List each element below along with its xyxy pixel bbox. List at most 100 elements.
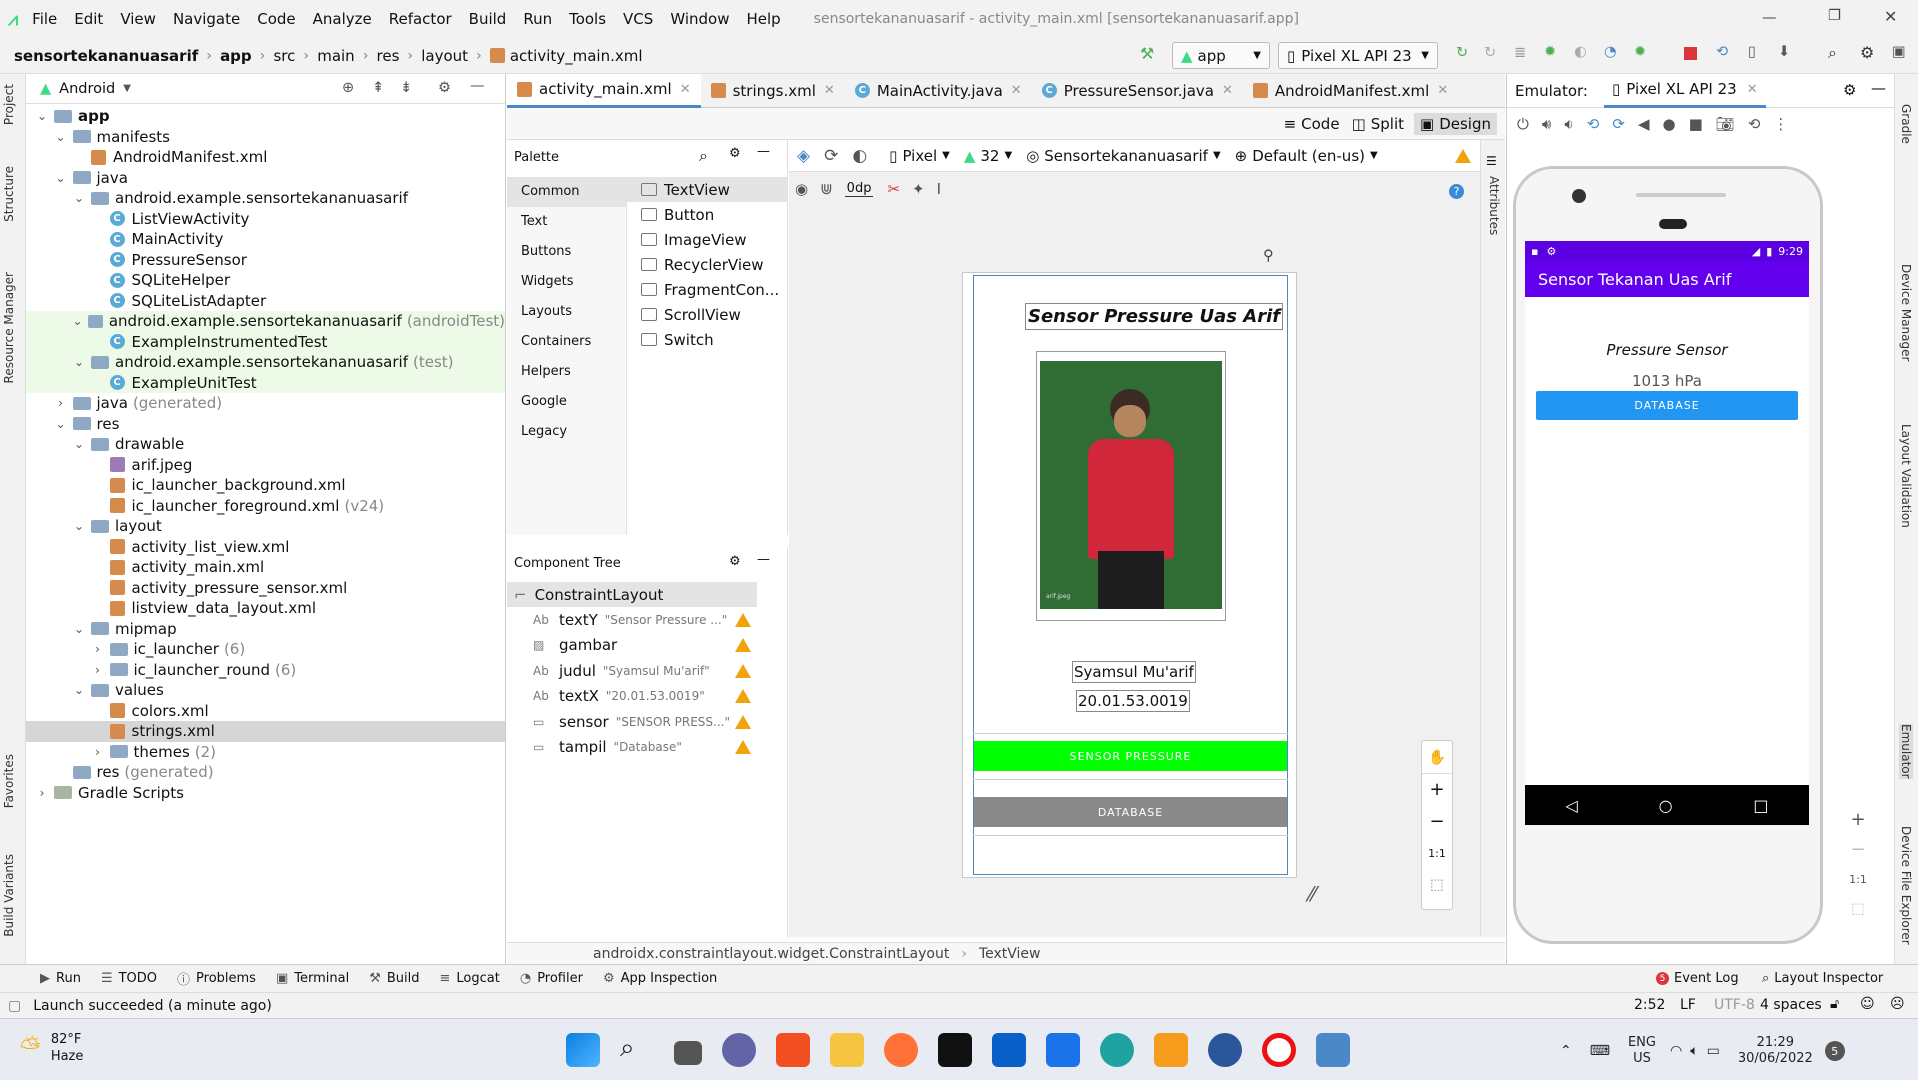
tree-item-strings-xml[interactable]: strings.xml	[26, 721, 505, 742]
tab-close-icon[interactable]: ✕	[1222, 83, 1233, 98]
tree-item-sqlitehelper[interactable]: C SQLiteHelper	[26, 270, 505, 291]
tree-item-listview-data-layout-xml[interactable]: listview_data_layout.xml	[26, 598, 505, 619]
tree-item-activity-pressure-sensor-xml[interactable]: activity_pressure_sensor.xml	[26, 578, 505, 599]
chevron-right-icon[interactable]: ›	[90, 745, 106, 759]
component-item-textY[interactable]: Ab textY "Sensor Pressure ..."	[507, 607, 757, 632]
tree-item-java[interactable]: ⌄ java	[26, 168, 505, 189]
warning-icon[interactable]	[735, 689, 751, 703]
stripe-device-file-explorer[interactable]: Device File Explorer	[1899, 826, 1913, 945]
hammer-icon[interactable]: ⚒	[1140, 44, 1154, 63]
component-item-judul[interactable]: Ab judul "Syamsul Mu'arif"	[507, 658, 757, 683]
palette-item[interactable]: Button	[627, 202, 788, 227]
tab-strings-xml[interactable]: strings.xml ✕	[701, 74, 845, 108]
component-tree-settings-icon[interactable]: ⚙	[729, 554, 741, 569]
emu-zoom-out-icon[interactable]: −	[1843, 834, 1873, 864]
locate-icon[interactable]: ⊕	[342, 80, 354, 96]
tab-pressuresensor-java[interactable]: C PressureSensor.java ✕	[1032, 74, 1243, 108]
tool-window-logcat[interactable]: ≡ Logcat	[440, 971, 500, 986]
mode-split[interactable]: ◫ Split	[1352, 115, 1404, 133]
tool-window-build[interactable]: ⚒ Build	[369, 971, 419, 986]
menu-window[interactable]: Window	[670, 10, 729, 28]
design-breadcrumb-item-0[interactable]: androidx.constraintlayout.widget.Constra…	[593, 946, 949, 962]
chevron-down-icon[interactable]: ⌄	[71, 437, 87, 451]
warning-icon[interactable]	[735, 612, 751, 627]
tree-item-gradle-scripts[interactable]: › Gradle Scripts	[26, 783, 505, 804]
smile-icon[interactable]: ☺	[1860, 996, 1875, 1012]
design-canvas[interactable]: ◉ ⋓ 0dp ✂ ✦ Ⅰ ? ⚲ Sensor Pressure Uas Ar…	[789, 172, 1503, 937]
taskbar-search-icon[interactable]: ⌕	[620, 1033, 654, 1067]
debug-icon[interactable]: ✹	[1544, 44, 1556, 60]
chevron-down-icon[interactable]: ⌄	[71, 191, 87, 205]
zoom-in-icon[interactable]: +	[1422, 773, 1452, 805]
chevron-right-icon[interactable]: ›	[34, 786, 50, 800]
stripe-device-manager[interactable]: Device Manager	[1899, 264, 1913, 361]
tree-item-colors-xml[interactable]: colors.xml	[26, 701, 505, 722]
tree-item-androidmanifest-xml[interactable]: AndroidManifest.xml	[26, 147, 505, 168]
chevron-right-icon[interactable]: ›	[90, 642, 106, 656]
start-icon[interactable]	[566, 1033, 600, 1067]
coverage-icon[interactable]: ≣	[1514, 45, 1526, 61]
tree-item-sqlitelistadapter[interactable]: C SQLiteListAdapter	[26, 291, 505, 312]
tree-item-android-example-sensortekananuasarif[interactable]: ⌄ android.example.sensortekananuasarif	[26, 188, 505, 209]
resize-handle-icon[interactable]: ⁄⁄	[1309, 882, 1316, 906]
component-item-textX[interactable]: Ab textX "20.01.53.0019"	[507, 684, 757, 709]
tree-item-mipmap[interactable]: ⌄ mipmap	[26, 619, 505, 640]
component-item-gambar[interactable]: ▨ gambar	[507, 633, 757, 658]
tree-item-res[interactable]: ⌄ res	[26, 414, 505, 435]
nav-recents-icon[interactable]: □	[1753, 796, 1768, 815]
profile-icon[interactable]: ◐	[1574, 44, 1587, 60]
palette-category-legacy[interactable]: Legacy	[507, 417, 626, 447]
search-icon[interactable]: ⌕	[1828, 43, 1837, 63]
tab-close-icon[interactable]: ✕	[1011, 83, 1022, 98]
chevron-down-icon[interactable]: ⌄	[53, 417, 69, 431]
menu-view[interactable]: View	[120, 10, 156, 28]
night-mode-icon[interactable]: ◐	[852, 146, 867, 166]
breadcrumb-item[interactable]: src	[273, 47, 295, 65]
tab-activity-main-xml[interactable]: activity_main.xml ✕	[507, 73, 701, 108]
rotate-right-icon[interactable]: ⟳	[1612, 115, 1625, 133]
menu-refactor[interactable]: Refactor	[389, 10, 452, 28]
tool-window-run[interactable]: ▶ Run	[40, 971, 81, 986]
tab-close-icon[interactable]: ✕	[824, 83, 835, 98]
volume-up-icon[interactable]: 🔊︎	[1542, 115, 1551, 133]
tool-window-problems[interactable]: ⓘ Problems	[177, 969, 256, 988]
news-icon[interactable]	[992, 1033, 1026, 1067]
profiler-icon[interactable]: ◔	[1604, 44, 1617, 60]
margin-field[interactable]: 0dp	[844, 181, 874, 197]
power-icon[interactable]: ⏻	[1517, 115, 1529, 133]
maximize-icon[interactable]: ❐	[1828, 8, 1841, 24]
tray-chevron-icon[interactable]: ⌃	[1560, 1043, 1572, 1059]
line-separator[interactable]: LF	[1680, 997, 1696, 1013]
layout-inspector-button[interactable]: ⌕ Layout Inspector	[1762, 971, 1883, 986]
home-icon[interactable]: ●	[1662, 115, 1675, 133]
palette-item[interactable]: FragmentCon...	[627, 277, 788, 302]
infer-constraints-icon[interactable]: ✦	[912, 180, 925, 198]
warning-icon[interactable]	[735, 714, 751, 729]
design-surface-icon[interactable]: ◈	[797, 146, 810, 166]
palette-search-icon[interactable]: ⌕	[699, 146, 708, 166]
tree-item-exampleinstrumentedtest[interactable]: C ExampleInstrumentedTest	[26, 331, 505, 352]
collapse-all-icon[interactable]: ⇞	[372, 80, 384, 96]
clear-constraints-icon[interactable]: ✂	[887, 180, 900, 198]
palette-category-text[interactable]: Text	[507, 207, 626, 237]
palette-category-containers[interactable]: Containers	[507, 327, 626, 357]
emulator-device-tab[interactable]: ▯ Pixel XL API 23 ✕	[1603, 74, 1766, 108]
mode-design[interactable]: ▣ Design	[1414, 112, 1497, 135]
snapshot-icon[interactable]: ⟲	[1748, 115, 1761, 133]
layout-preview[interactable]: Sensor Pressure Uas Arif arif.jpeg Syams…	[962, 272, 1297, 878]
tab-mainactivity-java[interactable]: C MainActivity.java ✕	[845, 74, 1032, 108]
preview-database-button[interactable]: DATABASE	[974, 797, 1287, 827]
minimize-icon[interactable]: —	[1762, 10, 1777, 26]
stripe-layout-validation[interactable]: Layout Validation	[1899, 424, 1913, 528]
overview-icon[interactable]: ■	[1689, 115, 1703, 133]
screenshot-icon[interactable]: 📷︎	[1716, 115, 1735, 133]
palette-item[interactable]: ScrollView	[627, 302, 788, 327]
tree-item-android-example-sensortekananuasarif[interactable]: ⌄ android.example.sensortekananuasarif (te…	[26, 352, 505, 373]
sad-icon[interactable]: ☹	[1890, 996, 1905, 1012]
battery-tray-icon[interactable]: ▭	[1707, 1043, 1720, 1059]
preview-nim[interactable]: 20.01.53.0019	[1076, 690, 1190, 712]
palette-item[interactable]: TextView	[627, 177, 788, 202]
tab-androidmanifest-xml[interactable]: AndroidManifest.xml ✕	[1243, 74, 1458, 108]
zoom-out-icon[interactable]: −	[1422, 805, 1452, 837]
tree-item-ic-launcher-foreground-xml[interactable]: ic_launcher_foreground.xml (v24)	[26, 496, 505, 517]
